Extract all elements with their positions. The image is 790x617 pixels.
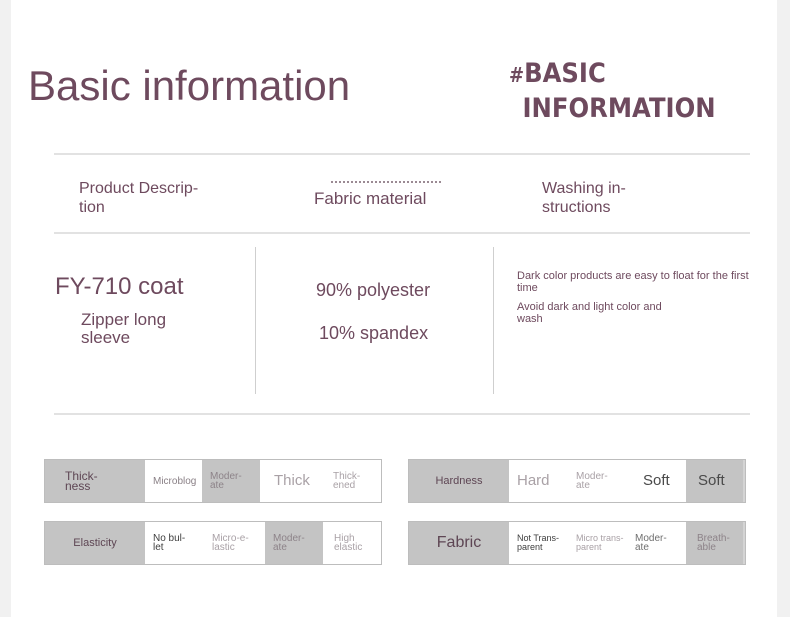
elasticity-scale: Elasticity No bul-let Micro-e-lastic Mod… (44, 521, 382, 565)
header-product-description: Product Descrip- tion (79, 180, 199, 216)
hardness-option-moderate[interactable]: Moder-ate (568, 460, 627, 502)
fabric-label: Fabric (409, 522, 509, 564)
hash-mark: # (509, 63, 525, 87)
badge-line-2: INFORMATION (522, 93, 716, 124)
product-description: Zipper long sleeve (81, 310, 167, 347)
hardness-label: Hardness (409, 460, 509, 502)
elasticity-option-no-bullet[interactable]: No bul-let (145, 522, 204, 564)
hardness-scale: Hardness Hard Moder-ate Soft Soft (408, 459, 746, 503)
elasticity-option-micro-elastic[interactable]: Micro-e-lastic (204, 522, 265, 564)
elasticity-option-high-elastic[interactable]: High elastic (323, 522, 381, 564)
fabric-option-not-transparent[interactable]: Not Trans-parent (509, 522, 568, 564)
hardness-option-soft[interactable]: Soft (627, 460, 686, 502)
thickness-option-moderate-selected[interactable]: Moder-ate (202, 460, 260, 502)
divider-bottom (54, 413, 750, 415)
divider-middle (54, 232, 750, 234)
hardness-scale-edge (743, 460, 745, 502)
hardness-option-soft-selected[interactable]: Soft (686, 460, 745, 502)
column-divider-2 (493, 247, 494, 394)
header-fabric-material: Fabric material (314, 189, 427, 208)
product-info-page: Basic information #BASIC INFORMATION Pro… (11, 0, 777, 617)
page-title: Basic information (28, 62, 351, 109)
fabric-option-moderate[interactable]: Moder-ate (627, 522, 686, 564)
badge-line-1: BASIC (524, 58, 606, 89)
washing-note-1: Dark color products are easy to float fo… (517, 270, 749, 294)
thickness-label: Thick-ness (45, 460, 145, 502)
header-washing-instructions: Washing in- structions (542, 180, 626, 216)
thickness-scale: Thick-ness Microblog Moder-ate Thick Thi… (44, 459, 382, 503)
divider-top (54, 153, 750, 155)
thickness-option-microblog[interactable]: Microblog (145, 460, 202, 502)
fabric-spandex: 10% spandex (319, 323, 429, 343)
fabric-polyester: 90% polyester (316, 280, 431, 300)
column-divider-1 (255, 247, 256, 394)
fabric-scale-edge (743, 522, 745, 564)
fabric-option-breathable-selected[interactable]: Breath-able (686, 522, 745, 564)
thickness-option-thick[interactable]: Thick (260, 460, 325, 502)
thickness-option-thickened[interactable]: Thick-ened (325, 460, 381, 502)
hardness-option-hard[interactable]: Hard (509, 460, 568, 502)
product-model: FY-710 coat (55, 273, 184, 300)
washing-note-2: Avoid dark and light color and wash (517, 301, 662, 325)
header-dots (331, 181, 441, 187)
fabric-option-micro-transparent[interactable]: Micro trans-parent (568, 522, 627, 564)
page-title-badge: #BASIC INFORMATION (509, 57, 716, 125)
elasticity-option-moderate-selected[interactable]: Moder-ate (265, 522, 323, 564)
elasticity-label: Elasticity (45, 522, 145, 564)
fabric-scale: Fabric Not Trans-parent Micro trans-pare… (408, 521, 746, 565)
